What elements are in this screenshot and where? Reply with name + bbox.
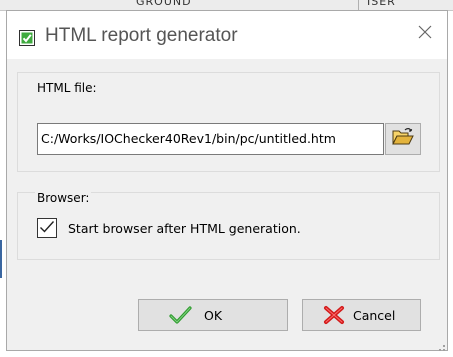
background-column-header: ISER	[367, 0, 396, 8]
checkmark-icon	[39, 219, 55, 238]
browser-group-label: Browser:	[35, 191, 92, 205]
green-checkbox-icon	[19, 30, 35, 46]
close-icon	[418, 24, 432, 43]
background-column-header: GROUND	[136, 0, 192, 8]
ok-button-label: OK	[204, 307, 223, 323]
background-window-edge	[0, 240, 2, 278]
resize-grip-icon[interactable]	[435, 338, 447, 351]
html-report-dialog: HTML report generator HTML file: C:/Work…	[6, 10, 448, 351]
html-file-path-value: C:/Works/IOChecker40Rev1/bin/pc/untitled…	[41, 131, 336, 146]
browse-button[interactable]	[385, 123, 421, 155]
dialog-title: HTML report generator	[45, 25, 238, 46]
html-file-group-label: HTML file:	[35, 81, 99, 95]
ok-button[interactable]: OK	[138, 299, 288, 331]
green-check-icon	[168, 304, 194, 326]
close-button[interactable]	[403, 11, 447, 55]
red-x-icon	[321, 304, 347, 326]
cancel-button-label: Cancel	[353, 307, 396, 323]
title-bar[interactable]: HTML report generator	[7, 11, 447, 59]
open-folder-icon	[392, 128, 414, 150]
html-file-path-input[interactable]: C:/Works/IOChecker40Rev1/bin/pc/untitled…	[37, 123, 384, 155]
start-browser-label[interactable]: Start browser after HTML generation.	[68, 221, 301, 236]
background-divider	[358, 0, 359, 10]
start-browser-checkbox[interactable]	[37, 218, 57, 238]
cancel-button[interactable]: Cancel	[302, 299, 421, 331]
